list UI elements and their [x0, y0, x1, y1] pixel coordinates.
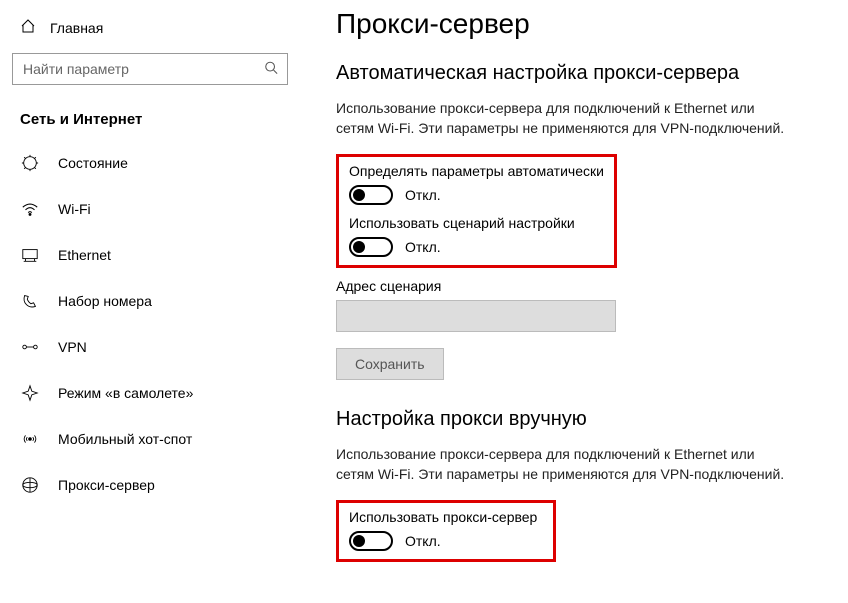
vpn-icon: [20, 338, 40, 356]
sidebar-category: Сеть и Интернет: [0, 93, 300, 140]
sidebar-item-label: Ethernet: [58, 247, 111, 263]
script-address-input[interactable]: [336, 300, 616, 332]
page-title: Прокси-сервер: [336, 8, 828, 40]
sidebar-item-vpn[interactable]: VPN: [0, 324, 300, 370]
wifi-icon: [20, 200, 40, 218]
script-state: Откл.: [405, 239, 441, 255]
main-content: Прокси-сервер Автоматическая настройка п…: [300, 0, 848, 603]
status-icon: [20, 154, 40, 172]
auto-highlight-box: Определять параметры автоматически Откл.…: [336, 154, 617, 268]
hotspot-icon: [20, 430, 40, 448]
script-toggle[interactable]: [349, 237, 393, 257]
home-label: Главная: [50, 20, 103, 36]
sidebar-item-dialup[interactable]: Набор номера: [0, 278, 300, 324]
sidebar-item-label: Набор номера: [58, 293, 152, 309]
search-icon: [264, 61, 278, 78]
home-icon: [20, 18, 36, 37]
save-button[interactable]: Сохранить: [336, 348, 444, 380]
detect-state: Откл.: [405, 187, 441, 203]
sidebar-item-hotspot[interactable]: Мобильный хот-спот: [0, 416, 300, 462]
sidebar-item-wifi[interactable]: Wi-Fi: [0, 186, 300, 232]
sidebar-item-airplane[interactable]: Режим «в самолете»: [0, 370, 300, 416]
sidebar-item-label: Прокси-сервер: [58, 477, 155, 493]
proxy-icon: [20, 476, 40, 494]
sidebar-item-label: VPN: [58, 339, 87, 355]
script-label: Использовать сценарий настройки: [349, 215, 604, 231]
use-proxy-state: Откл.: [405, 533, 441, 549]
home-link[interactable]: Главная: [0, 10, 300, 45]
sidebar-item-label: Состояние: [58, 155, 128, 171]
auto-section-title: Автоматическая настройка прокси-сервера: [336, 62, 828, 85]
sidebar: Главная Сеть и Интернет Состояние Wi-Fi …: [0, 0, 300, 603]
manual-section-title: Настройка прокси вручную: [336, 408, 828, 431]
search-wrap: [12, 53, 288, 85]
use-proxy-label: Использовать прокси-сервер: [349, 509, 543, 525]
manual-highlight-box: Использовать прокси-сервер Откл.: [336, 500, 556, 562]
sidebar-item-proxy[interactable]: Прокси-сервер: [0, 462, 300, 508]
address-label: Адрес сценария: [336, 278, 828, 294]
sidebar-item-ethernet[interactable]: Ethernet: [0, 232, 300, 278]
sidebar-item-label: Мобильный хот-спот: [58, 431, 192, 447]
detect-toggle[interactable]: [349, 185, 393, 205]
sidebar-item-label: Wi-Fi: [58, 201, 91, 217]
search-input[interactable]: [12, 53, 288, 85]
sidebar-item-status[interactable]: Состояние: [0, 140, 300, 186]
detect-label: Определять параметры автоматически: [349, 163, 604, 179]
ethernet-icon: [20, 246, 40, 264]
dialup-icon: [20, 292, 40, 310]
auto-section-desc: Использование прокси-сервера для подключ…: [336, 99, 796, 138]
use-proxy-toggle[interactable]: [349, 531, 393, 551]
sidebar-item-label: Режим «в самолете»: [58, 385, 193, 401]
manual-section-desc: Использование прокси-сервера для подключ…: [336, 445, 796, 484]
airplane-icon: [20, 384, 40, 402]
